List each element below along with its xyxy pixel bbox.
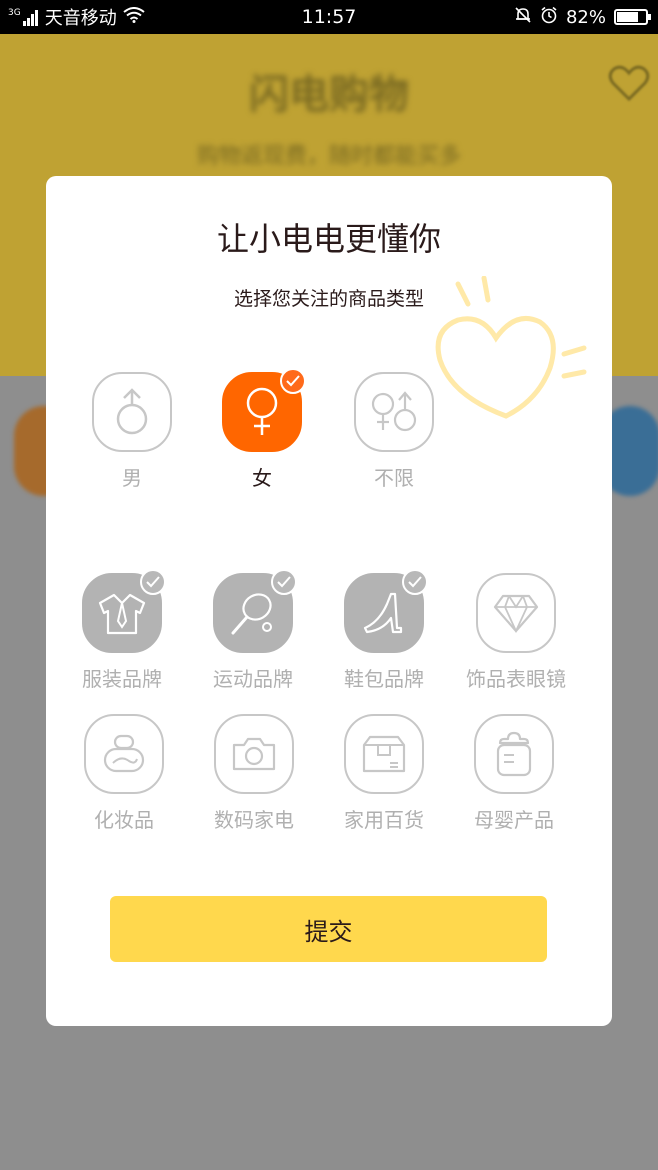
gender-label-male: 男 [122, 466, 142, 490]
category-option-shoes-bags[interactable]: 鞋包品牌 [334, 569, 434, 692]
gender-option-any[interactable]: 不限 [344, 372, 444, 491]
racket-icon [231, 593, 272, 635]
male-icon [116, 388, 148, 435]
gender-any-icon [371, 391, 417, 432]
gender-tile-male[interactable] [92, 372, 172, 452]
category-label-household: 家用百货 [344, 808, 424, 832]
category-label-cosmetics: 化妆品 [94, 808, 154, 832]
baby-bottle-icon [496, 731, 532, 777]
category-label-accessories: 饰品表眼镜 [466, 667, 566, 691]
background-subtitle: 购物返现费，随时都能买多 [196, 144, 461, 169]
category-tile-sports[interactable] [213, 569, 297, 653]
decorative-heart-icon [435, 276, 587, 419]
selected-check-icon [271, 569, 297, 595]
alarm-icon [540, 6, 558, 29]
preference-dialog: 让小电电更懂你 选择您关注的商品类型 男 女 不限 服装品牌 运动品牌 鞋包品牌… [46, 176, 612, 1026]
bell-off-icon [514, 6, 532, 29]
dialog-title: 让小电电更懂你 [216, 220, 441, 258]
selected-check-icon [140, 569, 166, 595]
gender-option-female[interactable]: 女 [212, 368, 312, 491]
category-label-clothing: 服装品牌 [82, 667, 162, 691]
gender-tile-any[interactable] [354, 372, 434, 452]
gender-option-male[interactable]: 男 [82, 372, 182, 491]
gender-tile-female[interactable] [222, 368, 306, 452]
selected-check-icon [280, 368, 306, 394]
category-tile-baby[interactable] [474, 714, 554, 794]
category-option-clothing[interactable]: 服装品牌 [72, 569, 172, 692]
camera-icon [232, 737, 276, 771]
category-tile-accessories[interactable] [476, 573, 556, 653]
gender-label-female: 女 [252, 466, 272, 490]
battery-level [617, 12, 638, 22]
category-tile-shoes-bags[interactable] [344, 569, 428, 653]
gender-label-any: 不限 [374, 466, 414, 490]
category-option-household[interactable]: 家用百货 [334, 714, 434, 833]
category-label-baby: 母婴产品 [474, 808, 554, 832]
category-tile-cosmetics[interactable] [84, 714, 164, 794]
category-tile-clothing[interactable] [82, 569, 166, 653]
background-title: 闪电购物 [249, 71, 409, 118]
category-label-shoes-bags: 鞋包品牌 [344, 667, 424, 691]
diamond-icon [493, 594, 539, 633]
heart-icon [608, 65, 650, 102]
category-option-accessories[interactable]: 饰品表眼镜 [456, 573, 576, 692]
category-option-cosmetics[interactable]: 化妆品 [74, 714, 174, 833]
category-option-baby[interactable]: 母婴产品 [464, 714, 564, 833]
battery-percent: 82% [565, 6, 606, 28]
category-label-sports: 运动品牌 [213, 667, 293, 691]
category-tile-household[interactable] [344, 714, 424, 794]
clothing-icon [98, 593, 146, 635]
cosmetics-icon [103, 734, 145, 773]
female-icon [246, 387, 278, 435]
package-icon [362, 735, 406, 773]
status-bar: 3G 天音移动 11:57 82% [0, 0, 658, 34]
battery-icon [614, 9, 651, 25]
selected-check-icon [402, 569, 428, 595]
category-option-digital[interactable]: 数码家电 [204, 714, 304, 833]
category-tile-digital[interactable] [214, 714, 294, 794]
category-label-digital: 数码家电 [214, 808, 294, 832]
high-heel-icon [363, 592, 403, 634]
category-option-sports[interactable]: 运动品牌 [203, 569, 303, 692]
submit-button[interactable]: 提交 [110, 896, 547, 962]
